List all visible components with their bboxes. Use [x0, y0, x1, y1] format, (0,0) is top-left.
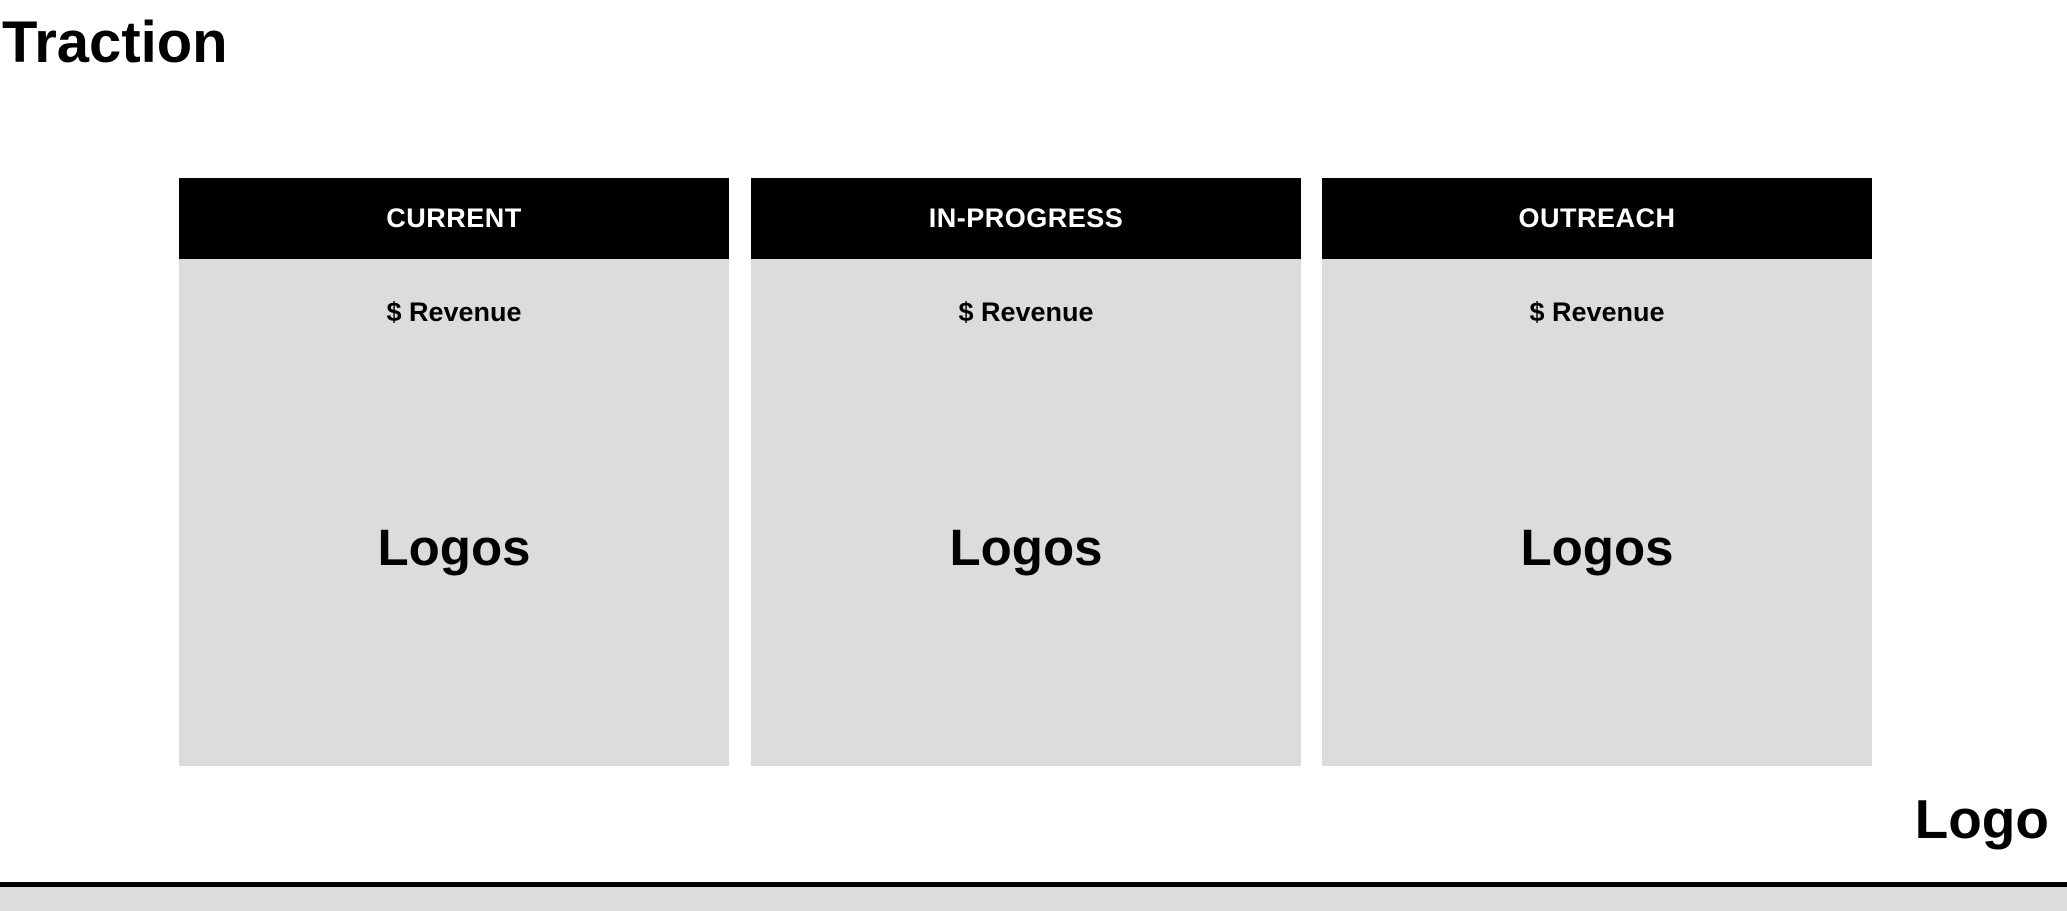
panel-logos-placeholder: Logos	[949, 519, 1103, 576]
panel-revenue-label: $ Revenue	[1529, 297, 1665, 327]
page-title: Traction	[2, 10, 228, 75]
panel-in-progress: IN-PROGRESS $ Revenue Logos	[751, 178, 1301, 766]
panel-revenue-label: $ Revenue	[386, 297, 522, 327]
panel-logos-placeholder: Logos	[1520, 519, 1674, 576]
footer-band	[0, 887, 2067, 911]
panel-header: IN-PROGRESS	[751, 178, 1301, 259]
panel-logos-placeholder: Logos	[377, 519, 531, 576]
panel-outreach: OUTREACH $ Revenue Logos	[1322, 178, 1872, 766]
panel-header: OUTREACH	[1322, 178, 1872, 259]
panel-current: CURRENT $ Revenue Logos	[179, 178, 729, 766]
brand-logo: Logo	[1914, 788, 2049, 850]
panel-header: CURRENT	[179, 178, 729, 259]
panel-revenue-label: $ Revenue	[958, 297, 1094, 327]
slide: Traction CURRENT $ Revenue Logos IN-PROG…	[0, 0, 2067, 911]
